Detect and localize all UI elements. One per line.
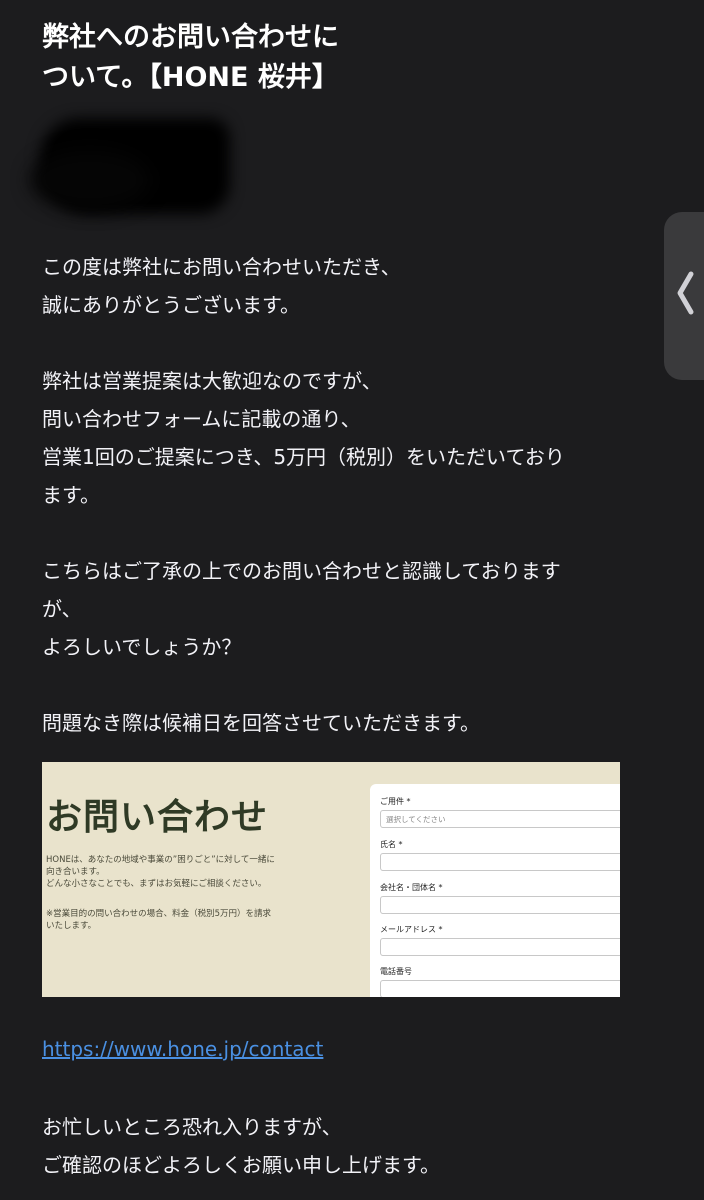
preview-desc-line: 向き合います。 xyxy=(46,867,105,877)
field-company-input xyxy=(380,896,620,914)
field-label-email: メールアドレス * xyxy=(380,925,443,934)
redacted-sender-blur xyxy=(30,150,150,210)
preview-desc-line: HONEは、あなたの地域や事業の”困りごと”に対して一緒に xyxy=(46,855,275,865)
field-label-inquiry-type: ご用件 * xyxy=(380,797,411,806)
contact-page-link[interactable]: https://www.hone.jp/contact xyxy=(42,1037,323,1061)
paragraph-confirm: こちらはご了承の上でのお問い合わせと認識しております が、 よろしいでしょうか？ xyxy=(42,552,654,666)
body-line: この度は弊社にお問い合わせいただき、 xyxy=(42,255,401,279)
body-line: 弊社は営業提案は大歓迎なのですが、 xyxy=(42,369,382,393)
email-subject: 弊社へのお問い合わせに ついて。【HONE 桜井】 xyxy=(42,18,642,98)
paragraph-schedule: 問題なき際は候補日を回答させていただきます。 xyxy=(42,704,654,742)
preview-title: お問い合わせ xyxy=(46,797,269,838)
body-line: が、 xyxy=(42,597,82,621)
email-body: この度は弊社にお問い合わせいただき、 誠にありがとうございます。 弊社は営業提案… xyxy=(42,248,654,780)
closing-line: ご確認のほどよろしくお願い申し上げます。 xyxy=(42,1153,440,1177)
body-line: こちらはご了承の上でのお問い合わせと認識しております xyxy=(42,559,561,583)
subject-line: 弊社へのお問い合わせに xyxy=(42,22,339,53)
preview-description: HONEは、あなたの地域や事業の”困りごと”に対して一緒に 向き合います。 どん… xyxy=(46,854,366,890)
side-panel-tab[interactable] xyxy=(664,212,704,380)
preview-note: ※営業目的の問い合わせの場合、料金（税別5万円）を請求 いたします。 xyxy=(46,908,366,932)
body-line: 問い合わせフォームに記載の通り、 xyxy=(42,407,361,431)
preview-note-line: いたします。 xyxy=(46,921,97,931)
body-line: ます。 xyxy=(42,483,100,507)
chevron-left-icon xyxy=(677,271,694,315)
body-line: よろしいでしょうか？ xyxy=(42,635,242,659)
preview-desc-line: どんな小さなことでも、まずはお気軽にご相談ください。 xyxy=(46,879,267,889)
field-label-phone: 電話番号 xyxy=(380,967,412,976)
body-line: 営業1回のご提案につき、5万円（税別）をいただいており xyxy=(42,445,565,469)
paragraph-pricing: 弊社は営業提案は大歓迎なのですが、 問い合わせフォームに記載の通り、 営業1回の… xyxy=(42,362,654,514)
body-line: 誠にありがとうございます。 xyxy=(42,293,300,317)
preview-note-line: ※営業目的の問い合わせの場合、料金（税別5万円）を請求 xyxy=(46,909,272,919)
field-inquiry-type-select: 選択してください xyxy=(380,810,620,828)
contact-form-preview-image[interactable]: お問い合わせ HONEは、あなたの地域や事業の”困りごと”に対して一緒に 向き合… xyxy=(42,762,620,997)
field-label-name: 氏名 * xyxy=(380,840,403,849)
subject-line: ついて。【HONE 桜井】 xyxy=(42,62,339,93)
email-closing: お忙しいところ恐れ入りますが、 ご確認のほどよろしくお願い申し上げます。 xyxy=(42,1108,662,1184)
field-email-input xyxy=(380,938,620,956)
field-name-input xyxy=(380,853,620,871)
paragraph-greeting: この度は弊社にお問い合わせいただき、 誠にありがとうございます。 xyxy=(42,248,654,324)
preview-form-card: ご用件 * 選択してください 氏名 * 会社名・団体名 * メールアドレス * … xyxy=(370,784,620,997)
field-phone-input xyxy=(380,980,620,997)
field-label-company: 会社名・団体名 * xyxy=(380,883,443,892)
closing-line: お忙しいところ恐れ入りますが、 xyxy=(42,1115,342,1139)
body-line: 問題なき際は候補日を回答させていただきます。 xyxy=(42,711,480,735)
